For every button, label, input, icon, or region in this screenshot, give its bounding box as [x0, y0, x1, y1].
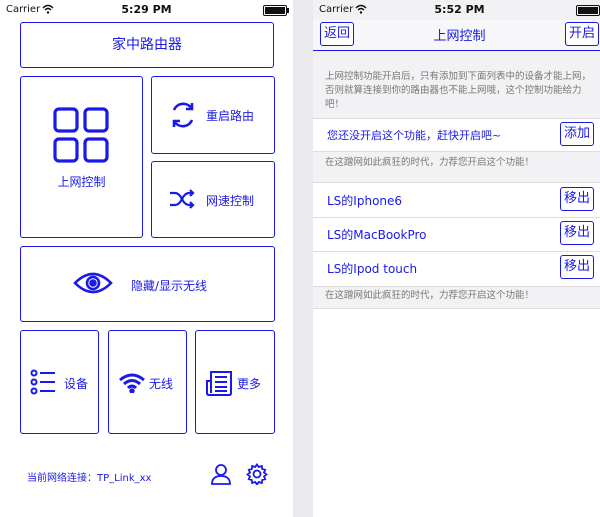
enable-button[interactable]: 开启 — [564, 22, 599, 46]
remove-button[interactable]: 移出 — [559, 221, 594, 245]
eye-icon — [73, 271, 113, 295]
wifi-visibility-label: 隐藏/显示无线 — [131, 279, 208, 293]
list-item: LS的MacBookPro 移出 — [313, 217, 600, 252]
net-control-screen: Carrier 5:52 PM 返回 上网控制 开启 上网控制功能开启后，只有添… — [313, 0, 600, 517]
router-title: 家中路由器 — [112, 37, 182, 53]
refresh-icon — [168, 100, 198, 130]
reboot-tile[interactable]: 重启路由 — [151, 76, 275, 154]
page-title: 上网控制 — [433, 29, 486, 44]
home-screen: Carrier 5:29 PM 家中路由器 上网控制 重启路由 网速控制 隐藏/… — [0, 0, 293, 517]
enable-prompt-row: 您还没开启这个功能，赶快开启吧~ 添加 — [313, 118, 600, 152]
more-label: 更多 — [237, 377, 262, 391]
newspaper-icon — [205, 369, 233, 397]
status-time: 5:52 PM — [434, 3, 485, 16]
status-bar: Carrier 5:29 PM — [0, 0, 293, 20]
speed-control-label: 网速控制 — [206, 194, 255, 208]
net-control-tile[interactable]: 上网控制 — [20, 76, 143, 238]
shuffle-icon — [169, 188, 195, 210]
connection-status: 当前网络连接：TP_Link_xx — [27, 473, 152, 484]
reboot-label: 重启路由 — [206, 109, 255, 123]
enable-prompt: 您还没开启这个功能，赶快开启吧~ — [327, 129, 502, 142]
device-name: LS的Ipod touch — [327, 262, 418, 276]
devices-tile[interactable]: 设备 — [20, 330, 99, 434]
gear-icon[interactable] — [246, 463, 268, 485]
devices-label: 设备 — [64, 377, 89, 391]
wireless-label: 无线 — [149, 377, 174, 391]
wireless-tile[interactable]: 无线 — [108, 330, 187, 434]
more-tile[interactable]: 更多 — [195, 330, 275, 434]
user-icon[interactable] — [210, 463, 232, 485]
battery-icon — [263, 5, 289, 16]
status-bar: Carrier 5:52 PM — [313, 0, 600, 20]
battery-icon — [576, 5, 600, 16]
router-title-card[interactable]: 家中路由器 — [20, 22, 274, 68]
device-list: LS的Iphone6 移出 LS的MacBookPro 移出 LS的Ipod t… — [313, 182, 600, 287]
remove-button[interactable]: 移出 — [559, 255, 594, 279]
nav-bar: 返回 上网控制 开启 — [313, 20, 600, 51]
wifi-visibility-tile[interactable]: 隐藏/显示无线 — [20, 246, 275, 322]
hint-text-2: 在这蹭网如此疯狂的时代，力荐您开启这个功能！ — [325, 290, 535, 301]
device-name: LS的MacBookPro — [327, 228, 427, 242]
wifi-icon — [118, 373, 146, 393]
list-icon — [30, 369, 56, 395]
hint-text-1: 在这蹭网如此疯狂的时代，力荐您开启这个功能！ — [325, 157, 535, 168]
add-button[interactable]: 添加 — [559, 122, 594, 146]
speed-control-tile[interactable]: 网速控制 — [151, 161, 275, 238]
list-item: LS的Ipod touch 移出 — [313, 251, 600, 285]
feature-description: 上网控制功能开启后，只有添加到下面列表中的设备才能上网，否则就算连接到你的路由器… — [325, 71, 592, 110]
net-control-label: 上网控制 — [57, 175, 106, 189]
device-name: LS的Iphone6 — [327, 194, 403, 208]
grid-icon — [53, 107, 109, 163]
remove-button[interactable]: 移出 — [559, 187, 594, 211]
list-item: LS的Iphone6 移出 — [313, 183, 600, 218]
empty-area — [313, 308, 600, 517]
status-time: 5:29 PM — [121, 3, 172, 16]
